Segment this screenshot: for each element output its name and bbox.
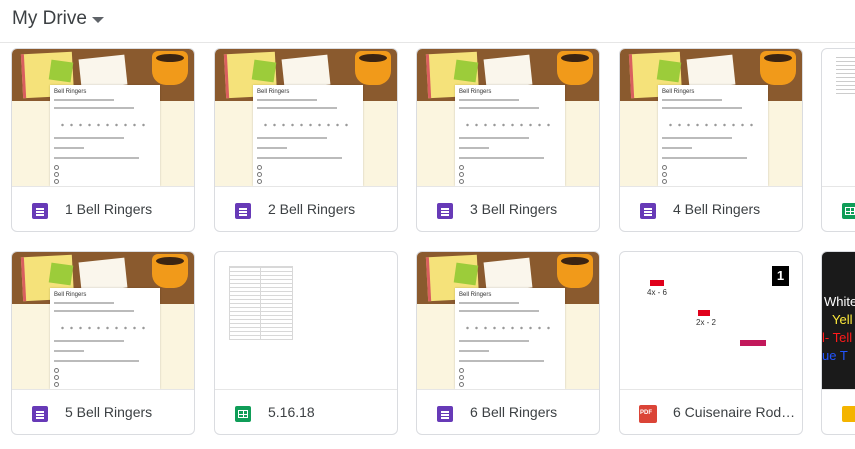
coffee-mug-icon	[557, 254, 593, 288]
file-name: 2 Bell Ringers	[268, 201, 356, 217]
google-forms-icon	[32, 406, 48, 422]
form-title: Bell Ringers	[54, 292, 87, 298]
google-forms-icon	[235, 203, 251, 219]
file-thumbnail: Bell Ringers	[620, 49, 802, 186]
file-card[interactable]: Bell Ringers 1 Bell Ringers	[11, 48, 195, 232]
slide-text: White	[824, 294, 855, 309]
file-card-partial[interactable]: White Yell l- Tell ue T	[821, 251, 855, 435]
file-card[interactable]: Bell Ringers 5 Bell Ringers	[11, 251, 195, 435]
slide-text: Yell	[832, 312, 853, 327]
file-thumbnail: Bell Ringers	[417, 49, 599, 186]
file-thumbnail: Bell Ringers	[12, 49, 194, 186]
file-name: 5.16.18	[268, 404, 315, 420]
caret-down-icon[interactable]	[92, 17, 104, 23]
file-card[interactable]: Bell Ringers 6 Bell Ringers	[416, 251, 600, 435]
file-thumbnail: 4x - 6 2x - 2 1	[620, 252, 802, 389]
coffee-mug-icon	[557, 51, 593, 85]
google-forms-icon	[32, 203, 48, 219]
file-name: 4 Bell Ringers	[673, 201, 761, 217]
file-thumbnail: Bell Ringers	[12, 252, 194, 389]
file-card[interactable]: Bell Ringers 2 Bell Ringers	[214, 48, 398, 232]
google-slides-icon	[842, 406, 855, 422]
drive-header: My Drive	[0, 0, 855, 43]
expression-label: 2x - 2	[696, 318, 717, 327]
file-name: 5 Bell Ringers	[65, 404, 153, 420]
file-thumbnail: Bell Ringers	[215, 49, 397, 186]
coffee-mug-icon	[152, 51, 188, 85]
coffee-mug-icon	[760, 51, 796, 85]
google-sheets-icon	[842, 203, 855, 219]
coffee-mug-icon	[152, 254, 188, 288]
form-title: Bell Ringers	[257, 89, 290, 95]
file-name: 6 Cuisenaire Rod I...	[673, 404, 798, 420]
google-forms-icon	[640, 203, 656, 219]
file-card[interactable]: Bell Ringers 3 Bell Ringers	[416, 48, 600, 232]
file-thumbnail: White Yell l- Tell ue T	[822, 252, 855, 389]
file-card[interactable]: 4x - 6 2x - 2 1 PDF 6 Cuisenaire Rod I..…	[619, 251, 803, 435]
coffee-mug-icon	[355, 51, 391, 85]
file-thumbnail	[215, 252, 397, 389]
google-sheets-icon	[235, 406, 251, 422]
pdf-icon: PDF	[639, 405, 657, 423]
google-forms-icon	[437, 203, 453, 219]
number-badge: 1	[772, 266, 789, 286]
form-title: Bell Ringers	[459, 89, 492, 95]
google-forms-icon	[437, 406, 453, 422]
page-title[interactable]: My Drive	[12, 8, 87, 30]
spreadsheet-preview	[229, 266, 293, 340]
file-thumbnail: Bell Ringers	[417, 252, 599, 389]
file-card-partial[interactable]	[821, 48, 855, 232]
file-card[interactable]: 5.16.18	[214, 251, 398, 435]
file-name: 6 Bell Ringers	[470, 404, 558, 420]
form-title: Bell Ringers	[662, 89, 695, 95]
form-title: Bell Ringers	[54, 89, 87, 95]
file-name: 3 Bell Ringers	[470, 201, 558, 217]
slide-text: l- Tell	[822, 330, 853, 345]
file-thumbnail	[822, 49, 855, 186]
slide-text: ue T	[822, 348, 848, 363]
form-title: Bell Ringers	[459, 292, 492, 298]
file-card[interactable]: Bell Ringers 4 Bell Ringers	[619, 48, 803, 232]
file-name: 1 Bell Ringers	[65, 201, 153, 217]
expression-label: 4x - 6	[647, 288, 668, 297]
